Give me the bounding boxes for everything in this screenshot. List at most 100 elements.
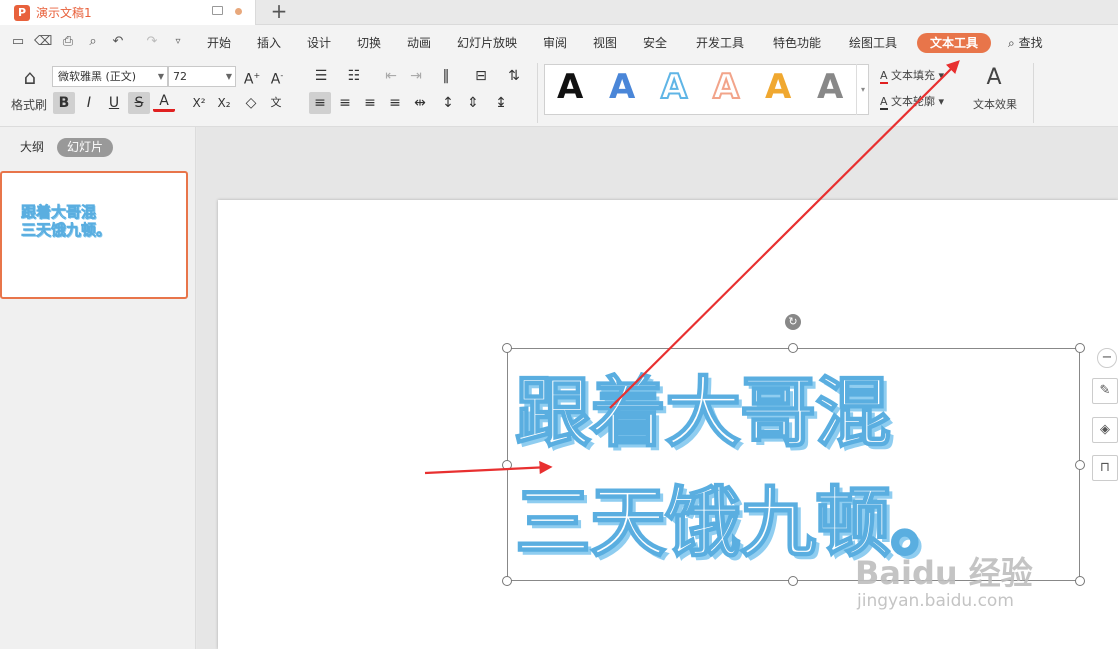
text-outline-button[interactable]: A 文本轮廓 ▾ (880, 93, 960, 110)
monitor-icon[interactable] (212, 6, 223, 15)
shape-outline-icon[interactable]: ⊓ (1092, 455, 1118, 481)
text-effects-icon[interactable]: A (982, 65, 1006, 90)
menu-view[interactable]: 视图 (593, 34, 617, 52)
search-label: 查找 (1018, 36, 1043, 50)
document-tab[interactable]: P 演示文稿1 (0, 0, 256, 25)
text-style-black[interactable]: A (557, 67, 583, 107)
decrease-font-icon[interactable]: A- (266, 65, 288, 88)
text-outline-icon: A (880, 95, 888, 110)
resize-handle-bottom[interactable] (788, 576, 798, 586)
slide-thumbnail[interactable]: 跟着大哥混 三天饿九顿。 (0, 171, 188, 299)
menu-bar: ▭ ⌫ ⎙ ⌕ ↶ ↷ ▿ 开始 插入 设计 切换 动画 幻灯片放映 审阅 视图… (0, 25, 1118, 61)
search-button[interactable]: ⌕ 查找 (1008, 34, 1043, 52)
thumbnail-line-2: 三天饿九顿。 (21, 221, 112, 240)
resize-handle-top-right[interactable] (1075, 343, 1085, 353)
text-fill-label: 文本填充 (891, 69, 936, 82)
clear-format-icon[interactable]: ◇ (240, 92, 262, 114)
align-left-button[interactable]: ≡ (309, 92, 331, 114)
tab-slides[interactable]: 幻灯片 (57, 138, 114, 157)
print-icon[interactable]: ⎙ (60, 34, 76, 50)
phonetic-guide-icon[interactable]: 文 (265, 92, 287, 114)
paragraph-spacing-icon[interactable]: ⇕ (462, 92, 484, 114)
menu-security[interactable]: 安全 (643, 34, 667, 52)
spacing-options-icon[interactable]: ↨ (490, 92, 512, 114)
menu-slideshow[interactable]: 幻灯片放映 (457, 34, 517, 52)
menu-home[interactable]: 开始 (207, 34, 231, 52)
document-title: 演示文稿1 (36, 6, 92, 20)
font-name-value: 微软雅黑 (正文) (58, 70, 137, 83)
print-preview-icon[interactable]: ⌕ (85, 34, 101, 50)
subscript-button[interactable]: X₂ (213, 92, 235, 114)
resize-handle-top-left[interactable] (502, 343, 512, 353)
format-painter-label[interactable]: 格式刷 (8, 96, 50, 113)
font-size-select[interactable]: 72 ▼ (168, 66, 236, 87)
text-effects-label[interactable]: 文本效果 (966, 96, 1024, 112)
menu-drawing-tools[interactable]: 绘图工具 (849, 34, 897, 52)
baidu-watermark: Baidu 经验 jingyan.baidu.com (855, 555, 1033, 611)
format-painter-quick-icon[interactable]: ⌫ (34, 34, 52, 50)
menu-developer[interactable]: 开发工具 (696, 34, 744, 52)
resize-handle-top[interactable] (788, 343, 798, 353)
resize-handle-right[interactable] (1075, 460, 1085, 470)
title-bar: P 演示文稿1 + (0, 0, 1118, 25)
italic-button[interactable]: I (78, 92, 100, 114)
fill-bucket-icon[interactable]: ◈ (1092, 417, 1118, 443)
text-style-blue[interactable]: A (609, 67, 635, 107)
pen-icon[interactable]: ✎ (1092, 378, 1118, 404)
font-color-button[interactable]: A (153, 92, 175, 112)
undo-icon[interactable]: ↶ (110, 34, 126, 50)
text-style-outline-blue[interactable]: A (660, 66, 688, 108)
underline-button[interactable]: U (103, 92, 125, 114)
ribbon-toolbar: ⌂ 格式刷 微软雅黑 (正文) ▼ 72 ▼ A+ A- B I U S A X² … (0, 61, 1118, 127)
text-outline-label: 文本轮廓 (891, 95, 936, 108)
menu-animations[interactable]: 动画 (407, 34, 431, 52)
menu-insert[interactable]: 插入 (257, 34, 281, 52)
text-style-gray[interactable]: A (817, 67, 843, 107)
font-name-select[interactable]: 微软雅黑 (正文) ▼ (52, 66, 168, 87)
align-right-button[interactable]: ≡ (359, 92, 381, 114)
justify-button[interactable]: ≡ (384, 92, 406, 114)
increase-indent-icon[interactable]: ⇥ (405, 65, 427, 87)
columns-icon[interactable]: ‖ (435, 65, 457, 87)
new-tab-button[interactable]: + (270, 0, 288, 24)
decrease-indent-icon[interactable]: ⇤ (380, 65, 402, 87)
unsaved-dot-icon (235, 8, 242, 15)
chevron-down-icon: ▼ (225, 72, 232, 81)
text-box-align-icon[interactable]: ⊟ (470, 65, 492, 87)
resize-handle-bottom-right[interactable] (1075, 576, 1085, 586)
save-icon[interactable]: ▭ (10, 34, 26, 50)
resize-handle-bottom-left[interactable] (502, 576, 512, 586)
gallery-scroll-icon[interactable]: ▾ (856, 64, 869, 115)
align-center-button[interactable]: ≡ (334, 92, 356, 114)
customize-dropdown-icon[interactable]: ▿ (170, 34, 186, 50)
menu-design[interactable]: 设计 (307, 34, 331, 52)
text-style-outline-peach[interactable]: A (712, 66, 740, 108)
line-spacing-icon[interactable]: ↕ (437, 92, 459, 114)
thumbnail-text: 跟着大哥混 三天饿九顿。 (21, 203, 112, 240)
numbering-icon[interactable]: ☷ (343, 65, 365, 87)
chevron-down-icon: ▼ (157, 72, 164, 81)
redo-icon[interactable]: ↷ (144, 34, 160, 50)
bullets-icon[interactable]: ☰ (310, 65, 332, 87)
text-fill-button[interactable]: A 文本填充 ▾ (880, 67, 960, 84)
menu-transitions[interactable]: 切换 (357, 34, 381, 52)
increase-font-icon[interactable]: A+ (241, 65, 263, 88)
watermark-url: jingyan.baidu.com (857, 591, 1014, 611)
text-style-orange[interactable]: A (765, 67, 791, 107)
collapse-icon[interactable]: − (1097, 348, 1117, 368)
font-size-value: 72 (173, 70, 187, 83)
bold-button[interactable]: B (53, 92, 75, 114)
tab-outline[interactable]: 大纲 (20, 138, 44, 157)
resize-handle-left[interactable] (502, 460, 512, 470)
text-box-selection[interactable] (507, 348, 1080, 581)
format-painter-icon[interactable]: ⌂ (18, 65, 42, 89)
presentation-icon: P (14, 4, 30, 21)
menu-text-tools[interactable]: 文本工具 (917, 33, 991, 53)
text-direction-icon[interactable]: ⇅ (503, 65, 525, 87)
superscript-button[interactable]: X² (188, 92, 210, 114)
menu-review[interactable]: 审阅 (543, 34, 567, 52)
rotate-handle-icon[interactable]: ↻ (785, 314, 801, 330)
strikethrough-button[interactable]: S (128, 92, 150, 114)
menu-special-features[interactable]: 特色功能 (773, 34, 821, 52)
distributed-align-button[interactable]: ⇹ (409, 92, 431, 114)
